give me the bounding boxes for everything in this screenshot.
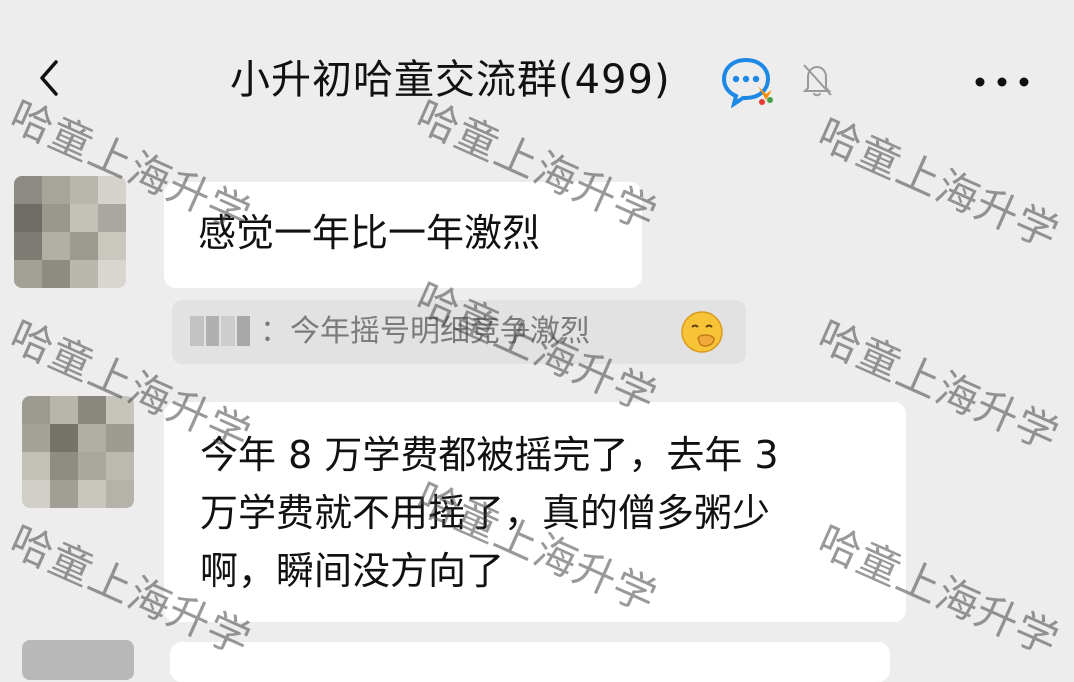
more-dots-icon[interactable] (972, 76, 1032, 88)
quoted-text: ：今年摇号明细竞争激烈 (260, 314, 590, 349)
message-text-line: 啊，瞬间没方向了 (200, 549, 505, 593)
avatar[interactable] (22, 396, 134, 508)
message-text: 感觉一年比一年激烈 (198, 211, 541, 255)
message-bubble[interactable]: 今年 8 万学费都被摇完了，去年 3 万学费就不用摇了，真的僧多粥少 啊，瞬间没… (164, 402, 906, 622)
chat-bubble-logo-icon (721, 57, 773, 108)
chat-title: 小升初哈童交流群(499) (230, 57, 671, 103)
avatar[interactable] (14, 176, 126, 288)
avatar[interactable] (22, 640, 134, 680)
message-text-line: 万学费就不用摇了，真的僧多粥少 (200, 491, 771, 535)
message-bubble[interactable]: 感觉一年比一年激烈 (164, 182, 642, 288)
quoted-message[interactable]: ：今年摇号明细竞争激烈 (172, 300, 746, 364)
chat-header: 小升初哈童交流群(499) (0, 0, 1074, 150)
chevron-left-icon[interactable] (30, 58, 70, 98)
message-bubble[interactable] (170, 642, 890, 682)
bell-muted-icon (802, 64, 832, 97)
quoted-sender-pixelated (190, 316, 250, 346)
message-text-line: 今年 8 万学费都被摇完了，去年 3 (200, 433, 779, 477)
hand-over-mouth-emoji (681, 311, 723, 353)
